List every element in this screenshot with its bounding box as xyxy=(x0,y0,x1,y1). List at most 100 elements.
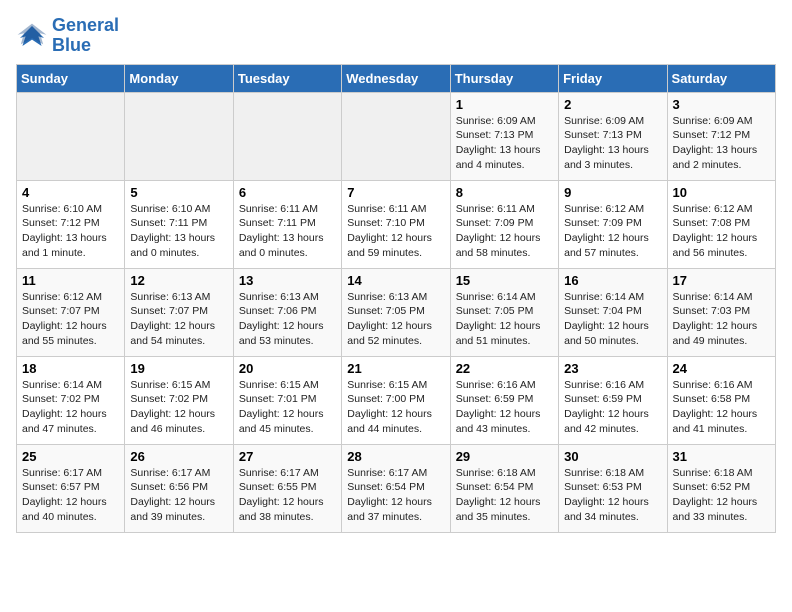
cell-sun-info: Sunrise: 6:09 AMSunset: 7:13 PMDaylight:… xyxy=(564,114,661,173)
day-number: 20 xyxy=(239,361,336,376)
day-number: 13 xyxy=(239,273,336,288)
cell-sun-info: Sunrise: 6:10 AMSunset: 7:12 PMDaylight:… xyxy=(22,202,119,261)
page-header: General Blue xyxy=(16,16,776,56)
day-number: 27 xyxy=(239,449,336,464)
calendar-cell: 2 Sunrise: 6:09 AMSunset: 7:13 PMDaylight… xyxy=(559,92,667,180)
day-number: 30 xyxy=(564,449,661,464)
day-number: 10 xyxy=(673,185,770,200)
cell-sun-info: Sunrise: 6:15 AMSunset: 7:00 PMDaylight:… xyxy=(347,378,444,437)
week-row-2: 4 Sunrise: 6:10 AMSunset: 7:12 PMDaylight… xyxy=(17,180,776,268)
cell-sun-info: Sunrise: 6:14 AMSunset: 7:03 PMDaylight:… xyxy=(673,290,770,349)
week-row-1: 1 Sunrise: 6:09 AMSunset: 7:13 PMDaylight… xyxy=(17,92,776,180)
day-header-wednesday: Wednesday xyxy=(342,64,450,92)
day-header-tuesday: Tuesday xyxy=(233,64,341,92)
calendar-cell xyxy=(233,92,341,180)
day-number: 7 xyxy=(347,185,444,200)
calendar-cell: 6Sunrise: 6:11 AMSunset: 7:11 PMDaylight… xyxy=(233,180,341,268)
cell-sun-info: Sunrise: 6:12 AMSunset: 7:09 PMDaylight:… xyxy=(564,202,661,261)
day-number: 8 xyxy=(456,185,553,200)
calendar-cell: 11 Sunrise: 6:12 AMSunset: 7:07 PMDayligh… xyxy=(17,268,125,356)
calendar-cell: 26 Sunrise: 6:17 AMSunset: 6:56 PMDayligh… xyxy=(125,444,233,532)
week-row-3: 11 Sunrise: 6:12 AMSunset: 7:07 PMDayligh… xyxy=(17,268,776,356)
cell-sun-info: Sunrise: 6:11 AMSunset: 7:10 PMDaylight:… xyxy=(347,202,444,261)
day-number: 23 xyxy=(564,361,661,376)
calendar-cell: 27 Sunrise: 6:17 AMSunset: 6:55 PMDayligh… xyxy=(233,444,341,532)
calendar-cell xyxy=(125,92,233,180)
cell-sun-info: Sunrise: 6:14 AMSunset: 7:05 PMDaylight:… xyxy=(456,290,553,349)
logo: General Blue xyxy=(16,16,119,56)
calendar-cell: 9 Sunrise: 6:12 AMSunset: 7:09 PMDaylight… xyxy=(559,180,667,268)
calendar-cell xyxy=(342,92,450,180)
cell-sun-info: Sunrise: 6:17 AMSunset: 6:57 PMDaylight:… xyxy=(22,466,119,525)
cell-sun-info: Sunrise: 6:13 AMSunset: 7:05 PMDaylight:… xyxy=(347,290,444,349)
cell-sun-info: Sunrise: 6:12 AMSunset: 7:08 PMDaylight:… xyxy=(673,202,770,261)
calendar-cell: 28 Sunrise: 6:17 AMSunset: 6:54 PMDayligh… xyxy=(342,444,450,532)
calendar-cell: 12 Sunrise: 6:13 AMSunset: 7:07 PMDayligh… xyxy=(125,268,233,356)
calendar-cell: 15 Sunrise: 6:14 AMSunset: 7:05 PMDayligh… xyxy=(450,268,558,356)
header-row: SundayMondayTuesdayWednesdayThursdayFrid… xyxy=(17,64,776,92)
calendar-cell: 23 Sunrise: 6:16 AMSunset: 6:59 PMDayligh… xyxy=(559,356,667,444)
day-number: 16 xyxy=(564,273,661,288)
day-number: 28 xyxy=(347,449,444,464)
cell-sun-info: Sunrise: 6:18 AMSunset: 6:53 PMDaylight:… xyxy=(564,466,661,525)
day-header-saturday: Saturday xyxy=(667,64,775,92)
cell-sun-info: Sunrise: 6:11 AMSunset: 7:09 PMDaylight:… xyxy=(456,202,553,261)
calendar-cell: 5Sunrise: 6:10 AMSunset: 7:11 PMDaylight… xyxy=(125,180,233,268)
calendar-cell: 17 Sunrise: 6:14 AMSunset: 7:03 PMDayligh… xyxy=(667,268,775,356)
day-header-sunday: Sunday xyxy=(17,64,125,92)
calendar-cell: 20 Sunrise: 6:15 AMSunset: 7:01 PMDayligh… xyxy=(233,356,341,444)
calendar-cell: 25Sunrise: 6:17 AMSunset: 6:57 PMDayligh… xyxy=(17,444,125,532)
cell-sun-info: Sunrise: 6:13 AMSunset: 7:07 PMDaylight:… xyxy=(130,290,227,349)
calendar-cell: 13Sunrise: 6:13 AMSunset: 7:06 PMDayligh… xyxy=(233,268,341,356)
day-number: 9 xyxy=(564,185,661,200)
cell-sun-info: Sunrise: 6:09 AMSunset: 7:12 PMDaylight:… xyxy=(673,114,770,173)
day-number: 18 xyxy=(22,361,119,376)
calendar-cell: 18 Sunrise: 6:14 AMSunset: 7:02 PMDayligh… xyxy=(17,356,125,444)
calendar-table: SundayMondayTuesdayWednesdayThursdayFrid… xyxy=(16,64,776,533)
calendar-cell: 31Sunrise: 6:18 AMSunset: 6:52 PMDayligh… xyxy=(667,444,775,532)
cell-sun-info: Sunrise: 6:18 AMSunset: 6:54 PMDaylight:… xyxy=(456,466,553,525)
day-number: 12 xyxy=(130,273,227,288)
day-number: 17 xyxy=(673,273,770,288)
cell-sun-info: Sunrise: 6:17 AMSunset: 6:55 PMDaylight:… xyxy=(239,466,336,525)
cell-sun-info: Sunrise: 6:16 AMSunset: 6:59 PMDaylight:… xyxy=(564,378,661,437)
cell-sun-info: Sunrise: 6:10 AMSunset: 7:11 PMDaylight:… xyxy=(130,202,227,261)
day-number: 15 xyxy=(456,273,553,288)
cell-sun-info: Sunrise: 6:09 AMSunset: 7:13 PMDaylight:… xyxy=(456,114,553,173)
week-row-4: 18 Sunrise: 6:14 AMSunset: 7:02 PMDayligh… xyxy=(17,356,776,444)
cell-sun-info: Sunrise: 6:16 AMSunset: 6:58 PMDaylight:… xyxy=(673,378,770,437)
calendar-cell: 4 Sunrise: 6:10 AMSunset: 7:12 PMDaylight… xyxy=(17,180,125,268)
day-number: 4 xyxy=(22,185,119,200)
day-number: 2 xyxy=(564,97,661,112)
day-number: 1 xyxy=(456,97,553,112)
logo-text2: Blue xyxy=(52,36,119,56)
cell-sun-info: Sunrise: 6:16 AMSunset: 6:59 PMDaylight:… xyxy=(456,378,553,437)
day-number: 22 xyxy=(456,361,553,376)
day-number: 19 xyxy=(130,361,227,376)
logo-text: General xyxy=(52,16,119,36)
cell-sun-info: Sunrise: 6:17 AMSunset: 6:56 PMDaylight:… xyxy=(130,466,227,525)
cell-sun-info: Sunrise: 6:15 AMSunset: 7:01 PMDaylight:… xyxy=(239,378,336,437)
day-header-monday: Monday xyxy=(125,64,233,92)
day-header-thursday: Thursday xyxy=(450,64,558,92)
cell-sun-info: Sunrise: 6:12 AMSunset: 7:07 PMDaylight:… xyxy=(22,290,119,349)
day-number: 26 xyxy=(130,449,227,464)
calendar-cell: 24 Sunrise: 6:16 AMSunset: 6:58 PMDayligh… xyxy=(667,356,775,444)
calendar-cell: 8 Sunrise: 6:11 AMSunset: 7:09 PMDaylight… xyxy=(450,180,558,268)
cell-sun-info: Sunrise: 6:14 AMSunset: 7:04 PMDaylight:… xyxy=(564,290,661,349)
calendar-cell: 1 Sunrise: 6:09 AMSunset: 7:13 PMDaylight… xyxy=(450,92,558,180)
calendar-cell: 14 Sunrise: 6:13 AMSunset: 7:05 PMDayligh… xyxy=(342,268,450,356)
calendar-cell xyxy=(17,92,125,180)
logo-icon xyxy=(16,22,48,50)
calendar-cell: 21 Sunrise: 6:15 AMSunset: 7:00 PMDayligh… xyxy=(342,356,450,444)
calendar-cell: 16 Sunrise: 6:14 AMSunset: 7:04 PMDayligh… xyxy=(559,268,667,356)
calendar-cell: 7 Sunrise: 6:11 AMSunset: 7:10 PMDaylight… xyxy=(342,180,450,268)
cell-sun-info: Sunrise: 6:17 AMSunset: 6:54 PMDaylight:… xyxy=(347,466,444,525)
cell-sun-info: Sunrise: 6:14 AMSunset: 7:02 PMDaylight:… xyxy=(22,378,119,437)
day-number: 24 xyxy=(673,361,770,376)
day-number: 6 xyxy=(239,185,336,200)
day-number: 21 xyxy=(347,361,444,376)
day-number: 14 xyxy=(347,273,444,288)
day-number: 11 xyxy=(22,273,119,288)
day-number: 31 xyxy=(673,449,770,464)
